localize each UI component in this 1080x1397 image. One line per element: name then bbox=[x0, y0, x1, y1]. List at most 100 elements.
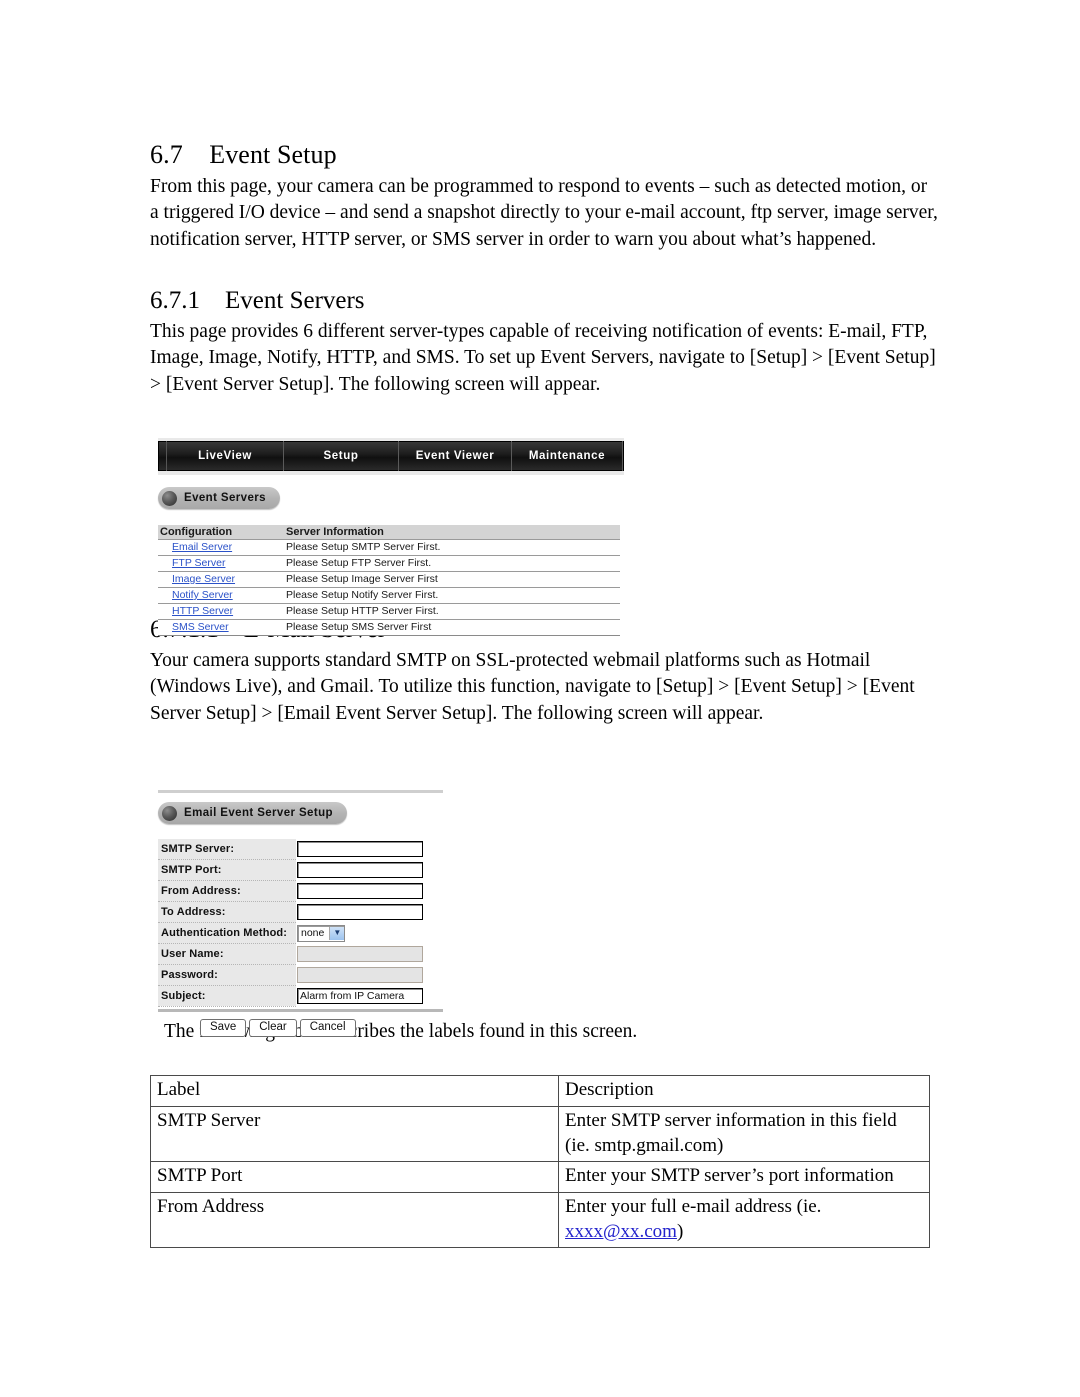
table-row: FTP Server Please Setup FTP Server First… bbox=[158, 554, 620, 572]
section-heading-6-7-1: 6.7.1 Event Servers bbox=[150, 287, 940, 315]
subsection-number: 6.7.1 bbox=[150, 286, 200, 314]
header-server-information: Server Information bbox=[284, 524, 620, 539]
description-prefix: Enter your full e-mail address (ie. bbox=[565, 1195, 822, 1217]
password-input[interactable] bbox=[297, 966, 423, 983]
smtp-server-input[interactable] bbox=[297, 840, 423, 857]
field-cell-subject: Alarm from IP Camera bbox=[296, 985, 423, 1006]
event-servers-panel-header: Event Servers bbox=[158, 487, 280, 509]
header-configuration: Configuration bbox=[158, 524, 284, 539]
document-page: 6.7 Event Setup From this page, your cam… bbox=[0, 0, 1080, 1397]
field-cell-smtp-port bbox=[296, 859, 423, 880]
tab-liveview[interactable]: LiveView bbox=[167, 441, 284, 471]
cancel-button[interactable]: Cancel bbox=[299, 1018, 356, 1038]
label-user-name: User Name: bbox=[158, 943, 296, 965]
email-setup-panel-header: Email Event Server Setup bbox=[158, 802, 347, 824]
event-servers-table: Configuration Server Information Email S… bbox=[158, 524, 620, 637]
form-row-from-address: From Address: bbox=[158, 880, 423, 902]
navbar: LiveView Setup Event Viewer Maintenance bbox=[158, 441, 624, 471]
table-row: SMTP Port Enter your SMTP server’s port … bbox=[150, 1161, 930, 1193]
subsection-title: Event Servers bbox=[225, 286, 365, 314]
tab-event-viewer[interactable]: Event Viewer bbox=[399, 441, 512, 471]
field-cell-from-address bbox=[296, 880, 423, 901]
label-subject: Subject: bbox=[158, 985, 296, 1007]
navbar-container: LiveView Setup Event Viewer Maintenance bbox=[158, 438, 624, 475]
chevron-down-icon: ▼ bbox=[329, 926, 345, 940]
section-heading-6-7: 6.7 Event Setup bbox=[150, 140, 940, 170]
link-image-server[interactable]: Image Server bbox=[158, 570, 284, 588]
header-description: Description bbox=[558, 1075, 930, 1107]
form-row-smtp-port: SMTP Port: bbox=[158, 859, 423, 881]
table-row: SMS Server Please Setup SMS Server First bbox=[158, 619, 620, 637]
form-row-authentication-method: Authentication Method: none ▼ bbox=[158, 922, 423, 944]
tab-maintenance[interactable]: Maintenance bbox=[512, 441, 623, 471]
navbar-left-spacer bbox=[158, 441, 167, 471]
document-content: 6.7 Event Setup From this page, your cam… bbox=[150, 140, 940, 1249]
table-row: Image Server Please Setup Image Server F… bbox=[158, 570, 620, 588]
form-bottom-divider bbox=[158, 1008, 443, 1012]
to-address-input[interactable] bbox=[297, 903, 423, 920]
section-number: 6.7 bbox=[150, 140, 183, 169]
subject-input[interactable]: Alarm from IP Camera bbox=[297, 987, 423, 1004]
section-paragraph: From this page, your camera can be progr… bbox=[150, 176, 938, 250]
row-label-from-address: From Address bbox=[150, 1191, 559, 1249]
navbar-right-spacer bbox=[623, 441, 624, 471]
authentication-method-value: none bbox=[301, 927, 325, 940]
link-ftp-server[interactable]: FTP Server bbox=[158, 554, 284, 572]
form-button-row: Save Clear Cancel bbox=[158, 1018, 458, 1038]
form-row-smtp-server: SMTP Server: bbox=[158, 838, 423, 860]
link-email-server[interactable]: Email Server bbox=[158, 538, 284, 556]
info-notify-server: Please Setup Notify Server First. bbox=[284, 586, 620, 605]
form-row-password: Password: bbox=[158, 964, 423, 986]
event-servers-screenshot: LiveView Setup Event Viewer Maintenance … bbox=[158, 438, 624, 637]
label-smtp-server: SMTP Server: bbox=[158, 838, 296, 860]
link-http-server[interactable]: HTTP Server bbox=[158, 602, 284, 621]
label-from-address: From Address: bbox=[158, 880, 296, 902]
info-email-server: Please Setup SMTP Server First. bbox=[284, 538, 620, 556]
subsection-paragraph: This page provides 6 different server-ty… bbox=[150, 320, 936, 395]
sphere-bullet-icon bbox=[162, 805, 177, 821]
field-cell-user-name bbox=[296, 943, 423, 964]
sphere-bullet-icon bbox=[162, 490, 177, 506]
field-cell-to-address bbox=[296, 901, 423, 922]
info-ftp-server: Please Setup FTP Server First. bbox=[284, 554, 620, 572]
user-name-input[interactable] bbox=[297, 945, 423, 962]
field-cell-authentication-method: none ▼ bbox=[296, 922, 423, 943]
info-sms-server: Please Setup SMS Server First bbox=[284, 619, 620, 637]
field-cell-password bbox=[296, 964, 423, 985]
save-button[interactable]: Save bbox=[200, 1018, 247, 1038]
email-setup-screenshot: Email Event Server Setup SMTP Server: SM… bbox=[158, 790, 458, 1038]
field-cell-smtp-server bbox=[296, 839, 423, 860]
section-title: Event Setup bbox=[209, 140, 337, 169]
email-link[interactable]: xxxx@xx.com bbox=[565, 1221, 677, 1242]
authentication-method-select[interactable]: none ▼ bbox=[297, 924, 346, 942]
form-row-user-name: User Name: bbox=[158, 943, 423, 965]
form-row-subject: Subject: Alarm from IP Camera bbox=[158, 985, 423, 1007]
table-row: HTTP Server Please Setup HTTP Server Fir… bbox=[158, 602, 620, 621]
label-authentication-method: Authentication Method: bbox=[158, 922, 296, 944]
email-setup-panel-title: Email Event Server Setup bbox=[184, 807, 333, 819]
row-description-smtp-server: Enter SMTP server information in this fi… bbox=[558, 1105, 930, 1163]
table-row: From Address Enter your full e-mail addr… bbox=[150, 1191, 930, 1249]
row-label-smtp-port: SMTP Port bbox=[150, 1161, 559, 1193]
label-description-table: Label Description SMTP Server Enter SMTP… bbox=[150, 1075, 930, 1249]
link-sms-server[interactable]: SMS Server bbox=[158, 619, 284, 637]
info-image-server: Please Setup Image Server First bbox=[284, 570, 620, 588]
description-suffix: ) bbox=[676, 1220, 684, 1242]
table-header-row: Label Description bbox=[150, 1075, 930, 1107]
tab-setup[interactable]: Setup bbox=[284, 441, 399, 471]
info-http-server: Please Setup HTTP Server First. bbox=[284, 602, 620, 621]
row-label-smtp-server: SMTP Server bbox=[150, 1105, 559, 1163]
smtp-port-input[interactable] bbox=[297, 861, 423, 878]
clear-button[interactable]: Clear bbox=[249, 1018, 297, 1038]
label-smtp-port: SMTP Port: bbox=[158, 859, 296, 881]
link-notify-server[interactable]: Notify Server bbox=[158, 586, 284, 605]
row-description-smtp-port: Enter your SMTP server’s port informatio… bbox=[558, 1161, 930, 1193]
table-row: SMTP Server Enter SMTP server informatio… bbox=[150, 1105, 930, 1163]
table-row: Notify Server Please Setup Notify Server… bbox=[158, 586, 620, 605]
table-row: Email Server Please Setup SMTP Server Fi… bbox=[158, 538, 620, 556]
event-servers-panel-title: Event Servers bbox=[184, 492, 266, 504]
from-address-input[interactable] bbox=[297, 882, 423, 899]
subsubsection-paragraph: Your camera supports standard SMTP on SS… bbox=[150, 649, 915, 724]
table-header-row: Configuration Server Information bbox=[158, 524, 620, 539]
row-description-from-address: Enter your full e-mail address (ie. xxxx… bbox=[558, 1191, 930, 1249]
